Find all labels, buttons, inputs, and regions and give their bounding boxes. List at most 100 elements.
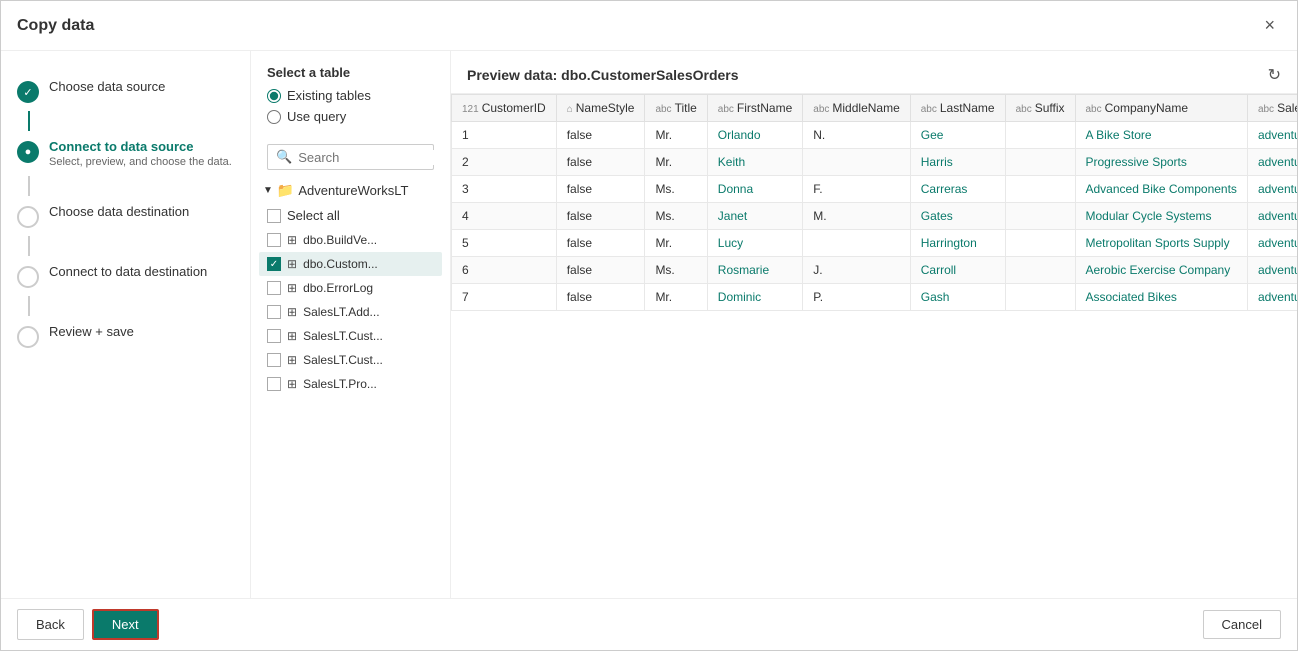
table-row: 3falseMs.DonnaF.CarrerasAdvanced Bike Co… (452, 176, 1298, 203)
cell-suffix (1005, 230, 1075, 257)
cell-suffix (1005, 122, 1075, 149)
table-name-3: SalesLT.Add... (303, 305, 380, 319)
cell-customerid: 3 (452, 176, 557, 203)
step-connect-destination: Connect to data destination (17, 256, 234, 296)
table-name-1: dbo.Custom... (303, 257, 378, 271)
cell-suffix (1005, 149, 1075, 176)
table-panel-header: Select a table (251, 51, 450, 88)
cell-customerid: 5 (452, 230, 557, 257)
radio-query-input[interactable] (267, 110, 281, 124)
table-checkbox-4[interactable] (267, 329, 281, 343)
table-checkbox-0[interactable] (267, 233, 281, 247)
radio-existing-tables[interactable]: Existing tables (267, 88, 434, 103)
step-label-dest: Choose data destination (49, 204, 234, 219)
cell-title: Ms. (645, 203, 707, 230)
table-row: 2falseMr.KeithHarrisProgressive Sportsad… (452, 149, 1298, 176)
db-group-header[interactable]: ▼ 📁 AdventureWorksLT (259, 178, 442, 203)
table-checkbox-6[interactable] (267, 377, 281, 391)
cell-companyname: Progressive Sports (1075, 149, 1247, 176)
cell-lastname: Harrington (910, 230, 1005, 257)
cell-firstname: Janet (707, 203, 802, 230)
cell-salesperson: adventure-works\jillian0 (1247, 176, 1297, 203)
cell-salesperson: adventure-works\jillian0 (1247, 203, 1297, 230)
table-checkbox-1[interactable]: ✓ (267, 257, 281, 271)
select-all-checkbox[interactable] (267, 209, 281, 223)
table-grid-icon-4: ⊞ (287, 329, 297, 343)
step-icon-completed: ✓ (17, 81, 39, 103)
next-button[interactable]: Next (92, 609, 159, 640)
cell-firstname: Dominic (707, 284, 802, 311)
step-choose-destination: Choose data destination (17, 196, 234, 236)
copy-data-dialog: Copy data × ✓ Choose data source ● Conne… (0, 0, 1298, 651)
cell-middlename (803, 230, 910, 257)
table-checkbox-3[interactable] (267, 305, 281, 319)
cell-companyname: A Bike Store (1075, 122, 1247, 149)
table-row-item-2[interactable]: ⊞ dbo.ErrorLog (259, 276, 442, 300)
search-input[interactable] (298, 150, 451, 165)
radio-use-query[interactable]: Use query (267, 109, 434, 124)
step-connector-2 (28, 176, 30, 196)
cell-title: Mr. (645, 284, 707, 311)
preview-panel: Preview data: dbo.CustomerSalesOrders ↻ … (451, 51, 1297, 598)
cell-salesperson: adventure-works\pamela0 (1247, 122, 1297, 149)
cell-customerid: 4 (452, 203, 557, 230)
radio-existing-input[interactable] (267, 89, 281, 103)
table-row-item-3[interactable]: ⊞ SalesLT.Add... (259, 300, 442, 324)
cell-firstname: Rosmarie (707, 257, 802, 284)
table-row: 1falseMr.OrlandoN.GeeA Bike Storeadventu… (452, 122, 1298, 149)
cell-companyname: Associated Bikes (1075, 284, 1247, 311)
cell-middlename: M. (803, 203, 910, 230)
col-suffix: abcSuffix (1005, 95, 1075, 122)
cell-namestyle: false (556, 230, 645, 257)
cell-firstname: Donna (707, 176, 802, 203)
refresh-icon[interactable]: ↻ (1268, 65, 1281, 85)
dialog-footer: Back Next Cancel (1, 598, 1297, 650)
step-label: Choose data source (49, 79, 234, 94)
table-list: ▼ 📁 AdventureWorksLT Select all ⊞ dbo.Bu… (251, 178, 450, 598)
select-all-label: Select all (287, 208, 340, 223)
cell-title: Mr. (645, 149, 707, 176)
back-button[interactable]: Back (17, 609, 84, 640)
step-connector-3 (28, 236, 30, 256)
dialog-body: ✓ Choose data source ● Connect to data s… (1, 51, 1297, 598)
cell-middlename: N. (803, 122, 910, 149)
cell-customerid: 6 (452, 257, 557, 284)
table-row-item-1[interactable]: ✓ ⊞ dbo.Custom... (259, 252, 442, 276)
db-group-name: AdventureWorksLT (298, 183, 408, 198)
close-button[interactable]: × (1258, 13, 1281, 38)
cell-namestyle: false (556, 257, 645, 284)
table-checkbox-2[interactable] (267, 281, 281, 295)
cell-namestyle: false (556, 122, 645, 149)
cell-suffix (1005, 257, 1075, 284)
cancel-button[interactable]: Cancel (1203, 610, 1281, 639)
db-folder-icon: 📁 (277, 182, 294, 199)
col-title: abcTitle (645, 95, 707, 122)
step-sublabel: Select, preview, and choose the data. (49, 156, 234, 168)
cell-salesperson: adventure-works\david8 (1247, 149, 1297, 176)
table-row: 5falseMr.Lucy Harrington Metropolitan Spor… (452, 230, 1298, 257)
cell-companyname: Metropolitan Sports Supply (1075, 230, 1247, 257)
table-row-item-5[interactable]: ⊞ SalesLT.Cust... (259, 348, 442, 372)
table-row-item-4[interactable]: ⊞ SalesLT.Cust... (259, 324, 442, 348)
cell-middlename: P. (803, 284, 910, 311)
cell-title: Mr. (645, 230, 707, 257)
table-row-item-0[interactable]: ⊞ dbo.BuildVe... (259, 228, 442, 252)
preview-table-wrapper[interactable]: 121CustomerID ⌂NameStyle abcTitle abcFir… (451, 93, 1297, 598)
table-grid-icon-6: ⊞ (287, 377, 297, 391)
search-box[interactable]: 🔍 (267, 144, 434, 170)
table-row-item-6[interactable]: ⊞ SalesLT.Pro... (259, 372, 442, 396)
cell-customerid: 7 (452, 284, 557, 311)
step-connector (28, 111, 30, 131)
cell-firstname: Lucy (707, 230, 802, 257)
cell-lastname: Gee (910, 122, 1005, 149)
col-middlename: abcMiddleName (803, 95, 910, 122)
cell-namestyle: false (556, 149, 645, 176)
table-checkbox-5[interactable] (267, 353, 281, 367)
table-grid-icon-1: ⊞ (287, 257, 297, 271)
select-all-row[interactable]: Select all (259, 203, 442, 228)
cell-lastname: Harris (910, 149, 1005, 176)
cell-salesperson: adventure-works\linda3 (1247, 257, 1297, 284)
table-grid-icon-5: ⊞ (287, 353, 297, 367)
cell-salesperson: adventure-works\shu0 (1247, 230, 1297, 257)
step-label-review: Review + save (49, 324, 234, 339)
